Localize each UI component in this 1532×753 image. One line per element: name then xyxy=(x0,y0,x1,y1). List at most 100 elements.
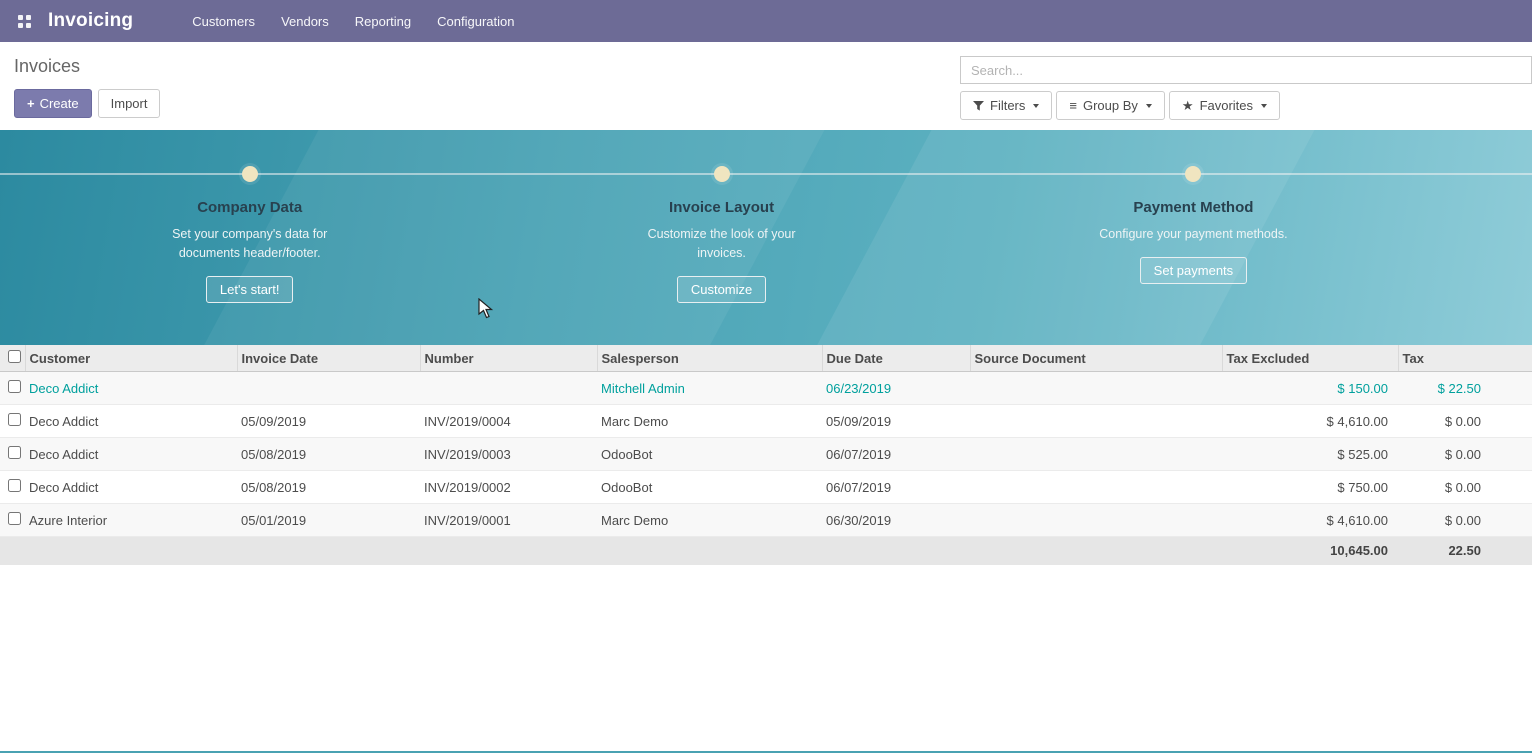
totals-empty-cell xyxy=(25,537,237,565)
cell-salesperson: Mitchell Admin xyxy=(597,372,822,405)
step-description: Customize the look of your invoices. xyxy=(622,225,822,263)
column-header-tax[interactable]: Tax xyxy=(1398,345,1532,372)
cell-due-date: 06/23/2019 xyxy=(822,372,970,405)
cell-invoice-date: 05/01/2019 xyxy=(237,504,420,537)
cell-source-document xyxy=(970,405,1222,438)
cell-tax: $ 0.00 xyxy=(1398,438,1532,471)
cell-tax-excluded: $ 750.00 xyxy=(1222,471,1398,504)
cell-customer: Deco Addict xyxy=(25,438,237,471)
onboarding-step-payment-method: Payment Method Configure your payment me… xyxy=(1043,166,1343,284)
step-dot-icon xyxy=(714,166,730,182)
cell-due-date: 06/07/2019 xyxy=(822,471,970,504)
cell-number: INV/2019/0001 xyxy=(420,504,597,537)
cell-salesperson: Marc Demo xyxy=(597,504,822,537)
cell-number: INV/2019/0002 xyxy=(420,471,597,504)
chevron-down-icon xyxy=(1261,104,1267,108)
row-checkbox[interactable] xyxy=(8,413,21,426)
nav-item-configuration[interactable]: Configuration xyxy=(424,0,527,42)
step-dot-icon xyxy=(242,166,258,182)
row-checkbox[interactable] xyxy=(8,446,21,459)
total-tax: 22.50 xyxy=(1398,537,1532,565)
column-header-number[interactable]: Number xyxy=(420,345,597,372)
table-row[interactable]: Deco Addict 05/09/2019 INV/2019/0004 Mar… xyxy=(0,405,1532,438)
chevron-down-icon xyxy=(1146,104,1152,108)
total-tax-excluded: 10,645.00 xyxy=(1222,537,1398,565)
row-checkbox[interactable] xyxy=(8,380,21,393)
control-panel-left: Invoices +Create Import xyxy=(14,56,160,130)
cell-tax-excluded: $ 4,610.00 xyxy=(1222,504,1398,537)
cell-tax: $ 0.00 xyxy=(1398,471,1532,504)
filters-button-label: Filters xyxy=(990,97,1025,114)
column-header-due-date[interactable]: Due Date xyxy=(822,345,970,372)
search-input[interactable] xyxy=(960,56,1532,84)
cell-customer: Deco Addict xyxy=(25,471,237,504)
control-panel-right: Filters ≡ Group By ★ Favorites xyxy=(960,56,1532,130)
step-dot-icon xyxy=(1185,166,1201,182)
set-payments-button[interactable]: Set payments xyxy=(1140,257,1248,284)
cell-due-date: 06/07/2019 xyxy=(822,438,970,471)
invoicing-app-screen: Invoicing Customers Vendors Reporting Co… xyxy=(0,0,1532,753)
app-name: Invoicing xyxy=(48,10,133,32)
onboarding-banner: Company Data Set your company's data for… xyxy=(0,130,1532,345)
cell-source-document xyxy=(970,471,1222,504)
table-row[interactable]: Deco Addict 05/08/2019 INV/2019/0003 Odo… xyxy=(0,438,1532,471)
totals-empty-cell xyxy=(420,537,597,565)
totals-empty-cell xyxy=(822,537,970,565)
table-row[interactable]: Deco Addict Mitchell Admin 06/23/2019 $ … xyxy=(0,372,1532,405)
checkbox-cell xyxy=(0,471,25,504)
onboarding-step-company-data: Company Data Set your company's data for… xyxy=(100,166,400,303)
checkbox-cell xyxy=(0,438,25,471)
apps-grid-icon xyxy=(18,15,31,28)
navbar-menu: Customers Vendors Reporting Configuratio… xyxy=(179,0,527,42)
favorites-button[interactable]: ★ Favorites xyxy=(1169,91,1280,120)
control-panel: Invoices +Create Import Filters ≡ Group … xyxy=(0,42,1532,130)
cell-source-document xyxy=(970,504,1222,537)
totals-row: 10,645.00 22.50 xyxy=(0,537,1532,565)
checkbox-cell xyxy=(0,504,25,537)
plus-icon: + xyxy=(27,96,35,111)
select-all-checkbox[interactable] xyxy=(8,350,21,363)
row-checkbox[interactable] xyxy=(8,512,21,525)
cell-number xyxy=(420,372,597,405)
row-checkbox[interactable] xyxy=(8,479,21,492)
favorites-button-label: Favorites xyxy=(1200,97,1253,114)
table-row[interactable]: Deco Addict 05/08/2019 INV/2019/0002 Odo… xyxy=(0,471,1532,504)
cell-number: INV/2019/0004 xyxy=(420,405,597,438)
invoice-list-table: Customer Invoice Date Number Salesperson… xyxy=(0,345,1532,565)
nav-item-vendors[interactable]: Vendors xyxy=(268,0,342,42)
cell-invoice-date xyxy=(237,372,420,405)
column-header-source-document[interactable]: Source Document xyxy=(970,345,1222,372)
nav-item-reporting[interactable]: Reporting xyxy=(342,0,424,42)
totals-empty-cell xyxy=(237,537,420,565)
cell-salesperson: OdooBot xyxy=(597,471,822,504)
step-description: Configure your payment methods. xyxy=(1093,225,1293,244)
column-header-invoice-date[interactable]: Invoice Date xyxy=(237,345,420,372)
lets-start-button[interactable]: Let's start! xyxy=(206,276,294,303)
table-row[interactable]: Azure Interior 05/01/2019 INV/2019/0001 … xyxy=(0,504,1532,537)
import-button[interactable]: Import xyxy=(98,89,161,118)
column-header-salesperson[interactable]: Salesperson xyxy=(597,345,822,372)
cell-tax: $ 0.00 xyxy=(1398,504,1532,537)
create-button[interactable]: +Create xyxy=(14,89,92,118)
group-by-button[interactable]: ≡ Group By xyxy=(1056,91,1165,120)
table-header-row: Customer Invoice Date Number Salesperson… xyxy=(0,345,1532,372)
column-header-tax-excluded[interactable]: Tax Excluded xyxy=(1222,345,1398,372)
page-title: Invoices xyxy=(14,56,160,77)
cell-source-document xyxy=(970,372,1222,405)
totals-empty-cell xyxy=(970,537,1222,565)
filter-funnel-icon xyxy=(973,101,984,111)
customize-button[interactable]: Customize xyxy=(677,276,766,303)
cell-tax-excluded: $ 4,610.00 xyxy=(1222,405,1398,438)
step-description: Set your company's data for documents he… xyxy=(150,225,350,263)
filters-button[interactable]: Filters xyxy=(960,91,1052,120)
step-title: Company Data xyxy=(100,199,400,216)
cell-invoice-date: 05/08/2019 xyxy=(237,471,420,504)
cell-tax-excluded: $ 150.00 xyxy=(1222,372,1398,405)
cell-tax: $ 0.00 xyxy=(1398,405,1532,438)
cell-customer: Deco Addict xyxy=(25,372,237,405)
nav-item-customers[interactable]: Customers xyxy=(179,0,268,42)
search-options-row: Filters ≡ Group By ★ Favorites xyxy=(960,91,1532,120)
column-header-customer[interactable]: Customer xyxy=(25,345,237,372)
checkbox-cell xyxy=(0,405,25,438)
apps-menu-button[interactable] xyxy=(10,7,38,35)
